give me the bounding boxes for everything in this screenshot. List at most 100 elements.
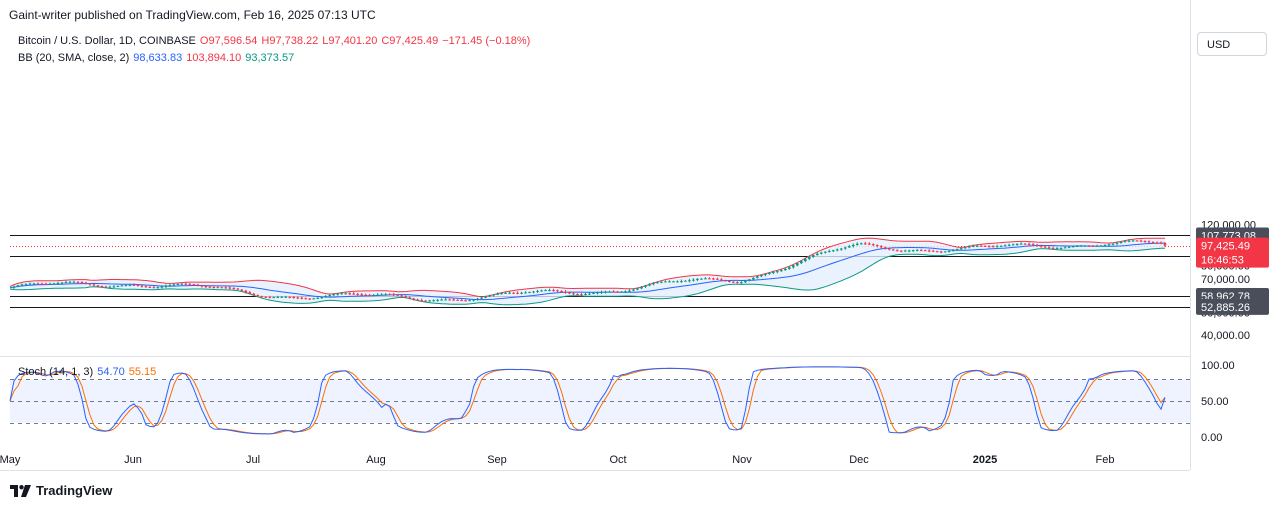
candle-body xyxy=(1131,240,1135,242)
candle-body xyxy=(396,294,399,296)
candle-body xyxy=(831,250,835,252)
candle-body xyxy=(748,279,751,281)
candle-body xyxy=(320,297,324,299)
candle-body xyxy=(979,245,983,247)
candle-body xyxy=(248,292,252,294)
candle-body xyxy=(736,282,739,284)
tradingview-logo[interactable]: TradingView xyxy=(10,483,112,498)
candle-body xyxy=(468,300,471,302)
candle-body xyxy=(352,293,356,295)
candle-body xyxy=(696,279,699,281)
candle-body xyxy=(584,294,587,296)
candle-body xyxy=(184,283,188,285)
candle-body xyxy=(784,268,787,271)
candle-body xyxy=(1083,245,1087,247)
candle-body xyxy=(12,286,16,288)
candle-body xyxy=(827,250,831,252)
candle-body xyxy=(104,286,108,288)
candle-body xyxy=(911,250,915,252)
candle-body xyxy=(768,272,771,274)
candle-body xyxy=(644,285,647,287)
candle-body xyxy=(776,271,779,273)
candle-body xyxy=(308,298,312,300)
candle-body xyxy=(228,287,232,289)
candle-body xyxy=(740,282,743,284)
candle-body xyxy=(1119,241,1123,243)
candle-body xyxy=(1123,241,1127,243)
candle-body xyxy=(843,247,847,249)
candle-body xyxy=(752,277,755,280)
candle-body xyxy=(84,282,88,284)
candle-body xyxy=(672,281,675,283)
candle-body xyxy=(640,286,643,289)
candle-body xyxy=(100,286,104,288)
time-axis-label: Sep xyxy=(487,454,507,466)
candle-body xyxy=(628,290,631,292)
candle-body xyxy=(16,285,20,287)
candle-body xyxy=(268,297,272,299)
candle-body xyxy=(907,250,911,252)
candle-body xyxy=(1039,245,1043,247)
candle-body xyxy=(808,256,811,259)
candle-body xyxy=(1007,244,1011,246)
candle-body xyxy=(919,250,923,252)
candle-body xyxy=(971,245,975,247)
bb-title[interactable]: BB (20, SMA, close, 2) xyxy=(18,52,129,64)
candle-body xyxy=(236,288,240,290)
candle-body xyxy=(576,293,579,295)
candle-body xyxy=(656,282,659,284)
candle-body xyxy=(1019,243,1023,245)
chart-svg[interactable]: 40,000.0050,000.0060,000.0070,000.0080,0… xyxy=(0,0,1281,508)
candle-body xyxy=(1015,243,1019,245)
candle-body xyxy=(1063,247,1067,249)
candle-body xyxy=(532,291,535,293)
tradingview-logo-icon xyxy=(10,484,31,497)
candle-body xyxy=(903,250,907,252)
candle-body xyxy=(28,283,32,285)
candle-body xyxy=(196,284,200,286)
candle-body xyxy=(855,243,859,245)
symbol-title[interactable]: Bitcoin / U.S. Dollar, 1D, COINBASE xyxy=(18,35,196,47)
candle-body xyxy=(1139,240,1143,242)
candle-body xyxy=(80,282,84,284)
candle-body xyxy=(508,292,511,294)
candle-body xyxy=(232,287,236,289)
candle-body xyxy=(716,278,719,280)
candle-body xyxy=(364,294,367,296)
time-axis-label: Dec xyxy=(849,454,869,466)
candle-body xyxy=(588,293,591,295)
candle-body xyxy=(1099,245,1103,247)
candle-body xyxy=(1163,242,1167,246)
candle-body xyxy=(292,297,296,299)
candle-body xyxy=(44,283,48,285)
candle-body xyxy=(796,263,799,266)
candle-body xyxy=(692,279,695,281)
candle-body xyxy=(368,294,371,296)
candle-body xyxy=(923,250,927,252)
candle-body xyxy=(372,294,375,296)
candle-body xyxy=(284,296,288,298)
candle-body xyxy=(1091,245,1095,247)
candle-body xyxy=(392,294,395,296)
currency-selector[interactable]: USD xyxy=(1197,32,1267,56)
candle-body xyxy=(428,300,431,302)
candle-body xyxy=(416,299,419,301)
candle-body xyxy=(556,290,559,292)
candle-body xyxy=(883,247,887,249)
candle-body xyxy=(404,296,407,298)
candle-body xyxy=(648,284,651,286)
candle-body xyxy=(164,285,168,287)
candle-body xyxy=(720,279,723,281)
candle-body xyxy=(1059,247,1063,249)
candle-body xyxy=(600,291,603,293)
candle-body xyxy=(999,245,1003,247)
candle-body xyxy=(60,282,64,284)
stoch-title[interactable]: Stoch (14, 1, 3) xyxy=(18,366,93,378)
candle-body xyxy=(1027,243,1031,245)
candle-body xyxy=(728,280,731,282)
chart-stage[interactable]: 40,000.0050,000.0060,000.0070,000.0080,0… xyxy=(0,0,1281,508)
candle-body xyxy=(608,291,611,293)
candle-body xyxy=(1071,246,1075,248)
candle-body xyxy=(56,282,60,284)
candle-body xyxy=(943,251,947,253)
